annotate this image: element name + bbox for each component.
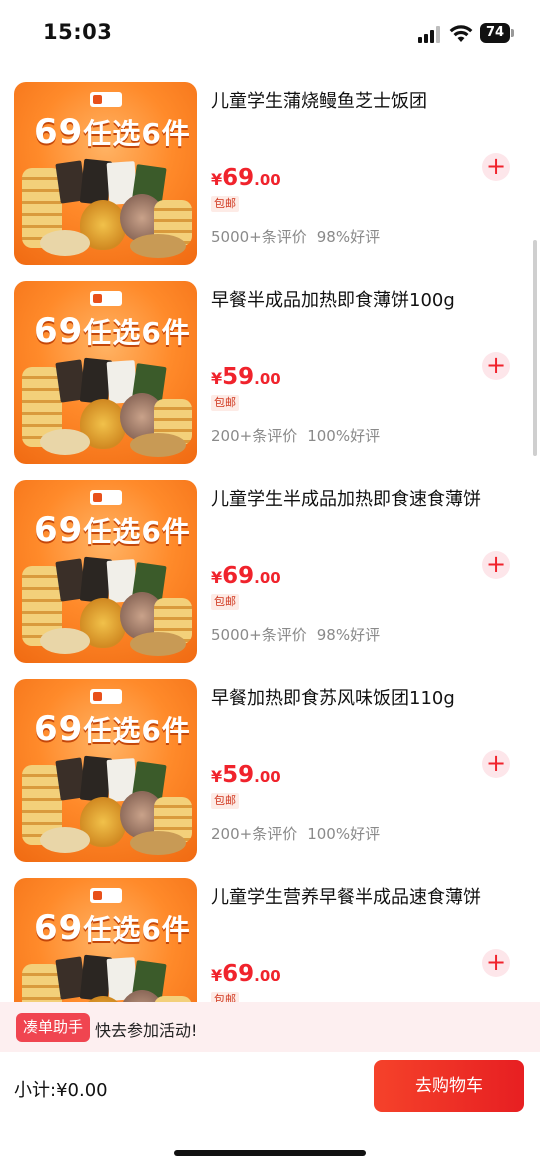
product-image[interactable]: 69任选6件	[14, 82, 197, 265]
brand-logo	[90, 888, 122, 903]
helper-badge[interactable]: 凑单助手	[16, 1013, 91, 1042]
scrollbar[interactable]	[533, 240, 537, 456]
free-shipping-tag: 包邮	[211, 793, 239, 809]
go-to-cart-button[interactable]: 去购物车	[374, 1060, 524, 1112]
product-image[interactable]: 69任选6件	[14, 480, 197, 663]
helper-text: 快去参加活动!	[95, 1021, 198, 1040]
add-to-cart-button[interactable]: +	[482, 750, 510, 778]
product-title[interactable]: 早餐半成品加热即食薄饼100g	[211, 286, 455, 312]
product-price: ¥69.00	[211, 563, 281, 589]
brand-logo	[90, 291, 122, 306]
free-shipping-tag: 包邮	[211, 196, 239, 212]
free-shipping-tag: 包邮	[211, 395, 239, 411]
food-illustration	[20, 755, 192, 857]
product-item[interactable]: 69任选6件 儿童学生蒲烧鳗鱼芝士饭团 ¥69.00 包邮 5000+条评价 98…	[0, 68, 540, 267]
review-summary: 200+条评价 100%好评	[211, 427, 381, 445]
food-illustration	[20, 556, 192, 658]
add-to-cart-button[interactable]: +	[482, 551, 510, 579]
review-summary: 200+条评价 100%好评	[211, 825, 381, 843]
promo-headline: 69任选6件	[34, 510, 191, 550]
subtotal: 小计:¥0.00	[14, 1080, 108, 1101]
food-illustration	[20, 954, 192, 1002]
promo-headline: 69任选6件	[34, 112, 191, 152]
free-shipping-tag: 包邮	[211, 594, 239, 610]
product-image[interactable]: 69任选6件	[14, 679, 197, 862]
helper-bar[interactable]: 凑单助手 快去参加活动!	[0, 1002, 540, 1052]
brand-logo	[90, 92, 122, 107]
product-image[interactable]: 69任选6件	[14, 878, 197, 1002]
product-item[interactable]: 69任选6件 儿童学生半成品加热即食速食薄饼 ¥69.00 包邮 5000+条评…	[0, 466, 540, 665]
signal-icon	[418, 26, 440, 43]
review-summary: 5000+条评价 98%好评	[211, 228, 381, 246]
free-shipping-tag: 包邮	[211, 992, 239, 1002]
promo-headline: 69任选6件	[34, 908, 191, 948]
product-price: ¥59.00	[211, 364, 281, 390]
product-item[interactable]: 69任选6件 早餐半成品加热即食薄饼100g ¥59.00 包邮 200+条评价…	[0, 267, 540, 466]
bottom-bar: 小计:¥0.00 去购物车	[0, 1052, 540, 1168]
status-time: 15:03	[43, 20, 113, 44]
food-illustration	[20, 357, 192, 459]
food-illustration	[20, 158, 192, 260]
status-bar: 15:03 74	[0, 0, 540, 68]
review-summary: 5000+条评价 98%好评	[211, 626, 381, 644]
battery-icon: 74	[480, 23, 514, 43]
product-title[interactable]: 早餐加热即食苏风味饭团110g	[211, 684, 455, 710]
product-title[interactable]: 儿童学生营养早餐半成品速食薄饼	[211, 883, 481, 909]
brand-logo	[90, 490, 122, 505]
product-price: ¥59.00	[211, 762, 281, 788]
add-to-cart-button[interactable]: +	[482, 352, 510, 380]
battery-tip	[511, 29, 514, 37]
promo-headline: 69任选6件	[34, 311, 191, 351]
promo-headline: 69任选6件	[34, 709, 191, 749]
product-item[interactable]: 69任选6件 早餐加热即食苏风味饭团110g ¥59.00 包邮 200+条评价…	[0, 665, 540, 864]
product-title[interactable]: 儿童学生半成品加热即食速食薄饼	[211, 485, 481, 511]
product-item[interactable]: 69任选6件 儿童学生营养早餐半成品速食薄饼 ¥69.00 包邮 +	[0, 864, 540, 1002]
product-price: ¥69.00	[211, 165, 281, 191]
add-to-cart-button[interactable]: +	[482, 153, 510, 181]
product-price: ¥69.00	[211, 961, 281, 987]
add-to-cart-button[interactable]: +	[482, 949, 510, 977]
product-image[interactable]: 69任选6件	[14, 281, 197, 464]
product-list[interactable]: 69任选6件 儿童学生蒲烧鳗鱼芝士饭团 ¥69.00 包邮 5000+条评价 98…	[0, 68, 540, 1002]
wifi-icon	[449, 25, 473, 42]
battery-level: 74	[480, 23, 510, 43]
home-indicator[interactable]	[174, 1150, 366, 1156]
brand-logo	[90, 689, 122, 704]
product-title[interactable]: 儿童学生蒲烧鳗鱼芝士饭团	[211, 87, 427, 113]
screen: 15:03 74 69任选6件 儿童学生蒲烧鳗鱼芝士饭团 ¥69.00 包邮 5…	[0, 0, 540, 1168]
